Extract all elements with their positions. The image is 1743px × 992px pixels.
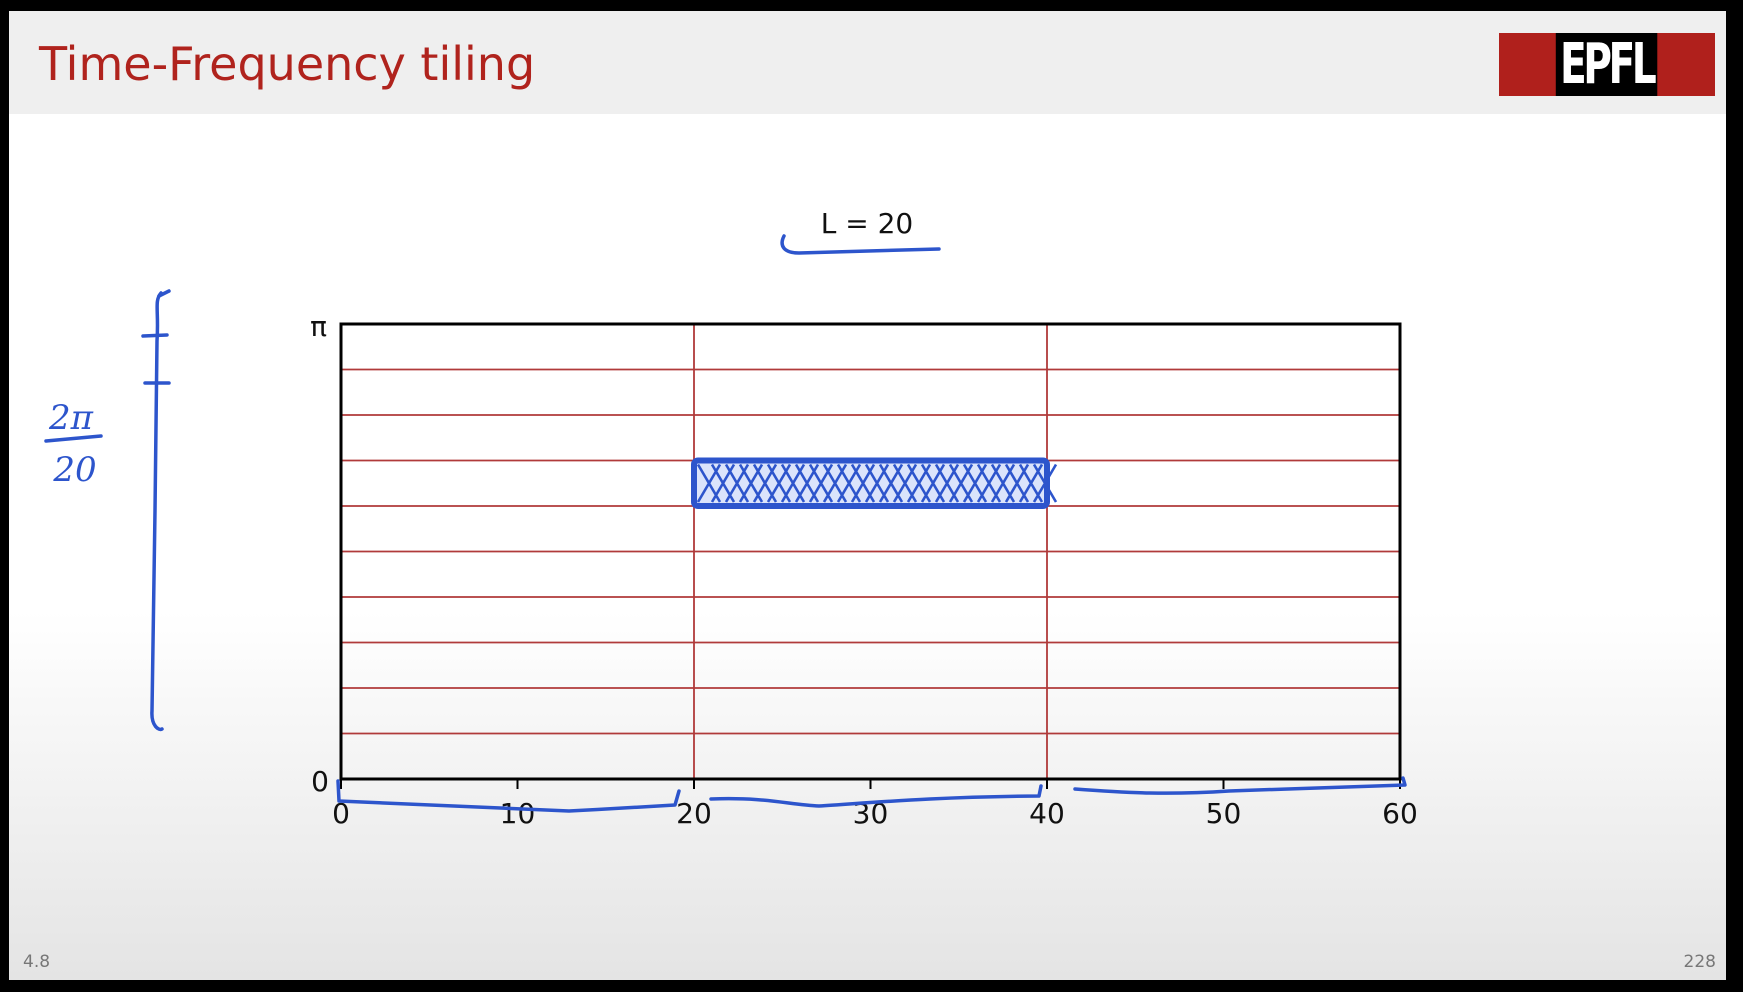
y-tick-label-zero: 0: [311, 765, 329, 798]
annotation-numerator: 2π: [48, 398, 94, 438]
left-axis-ink: [150, 291, 164, 732]
tiling-chart: 0 10 20 30 40 50 60 L = 20 π 0 2π 20: [44, 207, 1418, 830]
section-number: 4.8: [23, 952, 51, 972]
highlight-layer: [691, 457, 1058, 509]
page-number: 228: [1683, 952, 1716, 972]
annotation-denominator: 20: [52, 450, 96, 490]
x-tick-label: 40: [1029, 797, 1065, 830]
slide: Time-Frequency tiling EPFL 0 10 20 30 40 50 60…: [9, 11, 1726, 980]
x-tick-label: 10: [500, 797, 536, 830]
tick-layer: 0 10 20 30 40 50 60: [332, 779, 1418, 830]
handwriting-layer: [44, 234, 1407, 813]
x-tick-label: 20: [676, 797, 712, 830]
grid-layer: [341, 324, 1400, 779]
chart-title: L = 20: [821, 207, 914, 240]
left-axis-tick1: [141, 333, 169, 338]
brace-20-40-ink: [709, 784, 1043, 808]
x-tick-label: 50: [1206, 797, 1242, 830]
x-tick-label: 60: [1382, 797, 1418, 830]
y-tick-label-pi: π: [310, 310, 327, 343]
